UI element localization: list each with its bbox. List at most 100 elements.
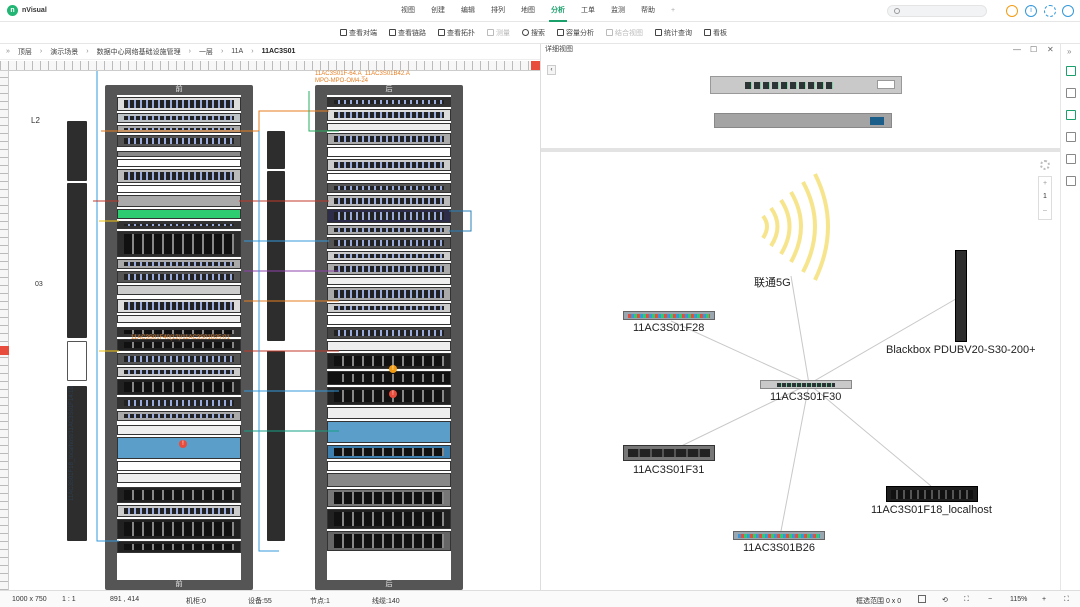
rack-device[interactable]: [117, 259, 241, 269]
rack-device[interactable]: [327, 209, 451, 223]
nav-workorder[interactable]: 工单: [573, 0, 603, 22]
rack-device[interactable]: [117, 379, 241, 395]
rack-device[interactable]: [327, 531, 451, 551]
nav-view[interactable]: 视图: [393, 0, 423, 22]
pdu-strip-left-low[interactable]: [67, 341, 87, 381]
rack-device[interactable]: [117, 113, 241, 123]
breadcrumb-item[interactable]: 演示场景: [50, 47, 78, 57]
node-b26-label[interactable]: 11AC3S01B26: [743, 542, 815, 554]
rack-device[interactable]: [327, 303, 451, 313]
monitor-icon[interactable]: [1066, 176, 1076, 186]
nav-map[interactable]: 地图: [513, 0, 543, 22]
maximize-icon[interactable]: ☐: [1030, 45, 1037, 54]
breadcrumb-item[interactable]: 11A: [231, 48, 243, 55]
pdu-strip-left-top[interactable]: [67, 121, 87, 181]
breadcrumb-item[interactable]: 数据中心网络基础设施管理: [97, 47, 181, 57]
app-logo[interactable]: n nVisual: [7, 5, 47, 16]
rack-device[interactable]: [327, 147, 451, 157]
rack-device[interactable]: [117, 541, 241, 553]
rack-device[interactable]: [117, 159, 241, 167]
collapse-chevron-icon[interactable]: ‹: [547, 65, 556, 75]
rack-device[interactable]: [117, 487, 241, 503]
rack-device[interactable]: [327, 183, 451, 193]
grid-icon[interactable]: [1066, 66, 1076, 76]
rack-device[interactable]: [327, 133, 451, 145]
rack-device[interactable]: [327, 123, 451, 131]
measure-button[interactable]: 测量: [487, 28, 510, 38]
zoom-in-button[interactable]: +: [1039, 177, 1051, 190]
rack-device[interactable]: [117, 473, 241, 483]
nav-monitor[interactable]: 监测: [603, 0, 633, 22]
node-f18-label[interactable]: 11AC3S01F18_localhost: [871, 504, 992, 516]
combined-view-button[interactable]: 结合视图: [606, 28, 643, 38]
view-topology-button[interactable]: 查看拓扑: [438, 28, 475, 38]
nav-analysis[interactable]: 分析: [543, 0, 573, 22]
rack-device[interactable]: [327, 251, 451, 261]
rack-device[interactable]: [117, 397, 241, 409]
rack-device[interactable]: [327, 489, 451, 507]
rack-device[interactable]: [117, 411, 241, 421]
rack-device[interactable]: [327, 445, 451, 459]
capacity-analysis-button[interactable]: 容量分析: [557, 28, 594, 38]
rack-device[interactable]: [117, 367, 241, 377]
search-button[interactable]: 搜索: [522, 28, 545, 38]
rack-back[interactable]: 后 !! 后: [315, 85, 463, 590]
dashboard-button[interactable]: 看板: [704, 28, 727, 38]
rack-device[interactable]: [327, 341, 451, 351]
rack-device[interactable]: [117, 231, 241, 257]
pdu-strip-mid-top[interactable]: [267, 131, 285, 169]
rack-device[interactable]: [327, 173, 451, 181]
rack-device[interactable]: [117, 315, 241, 323]
zoom-in-icon[interactable]: +: [1042, 596, 1046, 603]
close-icon[interactable]: ✕: [1047, 45, 1054, 54]
alert-icon[interactable]: !: [389, 365, 397, 373]
zoom-out-icon[interactable]: −: [988, 596, 992, 603]
rack-device[interactable]: [117, 97, 241, 111]
view-peer-button[interactable]: 查看对端: [340, 28, 377, 38]
expand-right-icon[interactable]: »: [1067, 47, 1071, 56]
view-link-button[interactable]: 查看链路: [389, 28, 426, 38]
rack-device[interactable]: [117, 151, 241, 157]
minimize-icon[interactable]: —: [1013, 45, 1021, 54]
settings-gear-icon[interactable]: [1040, 160, 1050, 170]
reset-icon[interactable]: ⟲: [942, 596, 948, 604]
pdu-strip-left-mid[interactable]: [67, 183, 87, 338]
info-icon[interactable]: i: [1025, 5, 1037, 17]
rack-device[interactable]: [327, 225, 451, 235]
device-switch-front[interactable]: [710, 76, 902, 94]
rack-device[interactable]: [327, 509, 451, 529]
rack-device[interactable]: [117, 519, 241, 539]
fit-icon[interactable]: ⛶: [964, 596, 969, 604]
rack-device[interactable]: [327, 407, 451, 419]
rack-device[interactable]: [327, 421, 451, 443]
rack-device[interactable]: [327, 315, 451, 325]
rack-device[interactable]: [117, 353, 241, 365]
breadcrumb-item[interactable]: 一层: [199, 47, 213, 57]
zoom-out-button[interactable]: –: [1039, 204, 1051, 217]
node-f31-label[interactable]: 11AC3S01F31: [633, 464, 704, 476]
filter-icon[interactable]: [1066, 132, 1076, 142]
rack-device[interactable]: [117, 135, 241, 147]
nav-help[interactable]: 帮助: [633, 0, 663, 22]
rack-device[interactable]: [117, 461, 241, 471]
search-input[interactable]: [887, 5, 987, 17]
rack-device[interactable]: [117, 437, 241, 459]
nav-edit[interactable]: 编辑: [453, 0, 483, 22]
alert-icon[interactable]: !: [389, 390, 397, 398]
topology-view[interactable]: + 1 – 联通5G 11AC3S01F28 Blackbox PDUBV20-…: [541, 156, 1060, 590]
user-icon[interactable]: [1062, 5, 1074, 17]
node-wifi-label[interactable]: 联通5G: [754, 274, 791, 290]
topology-icon[interactable]: [1066, 110, 1076, 120]
layers-icon[interactable]: [1066, 154, 1076, 164]
rack-device[interactable]: [117, 195, 241, 207]
node-f30-label[interactable]: 11AC3S01F30: [770, 391, 841, 403]
statistics-query-button[interactable]: 统计查询: [655, 28, 692, 38]
rack-device[interactable]: [327, 287, 451, 301]
ruler-corner-badge[interactable]: [531, 61, 540, 70]
node-pdu-device[interactable]: [955, 250, 967, 342]
rack-canvas[interactable]: L2 03 01 L1 前 ! 前 后 !! 后 11AC3S01F40(12)…: [9, 71, 540, 590]
rack-device[interactable]: [327, 461, 451, 471]
device-switch-back[interactable]: [714, 113, 892, 128]
nav-more-icon[interactable]: +: [663, 0, 683, 22]
node-b26-device[interactable]: [733, 531, 825, 540]
